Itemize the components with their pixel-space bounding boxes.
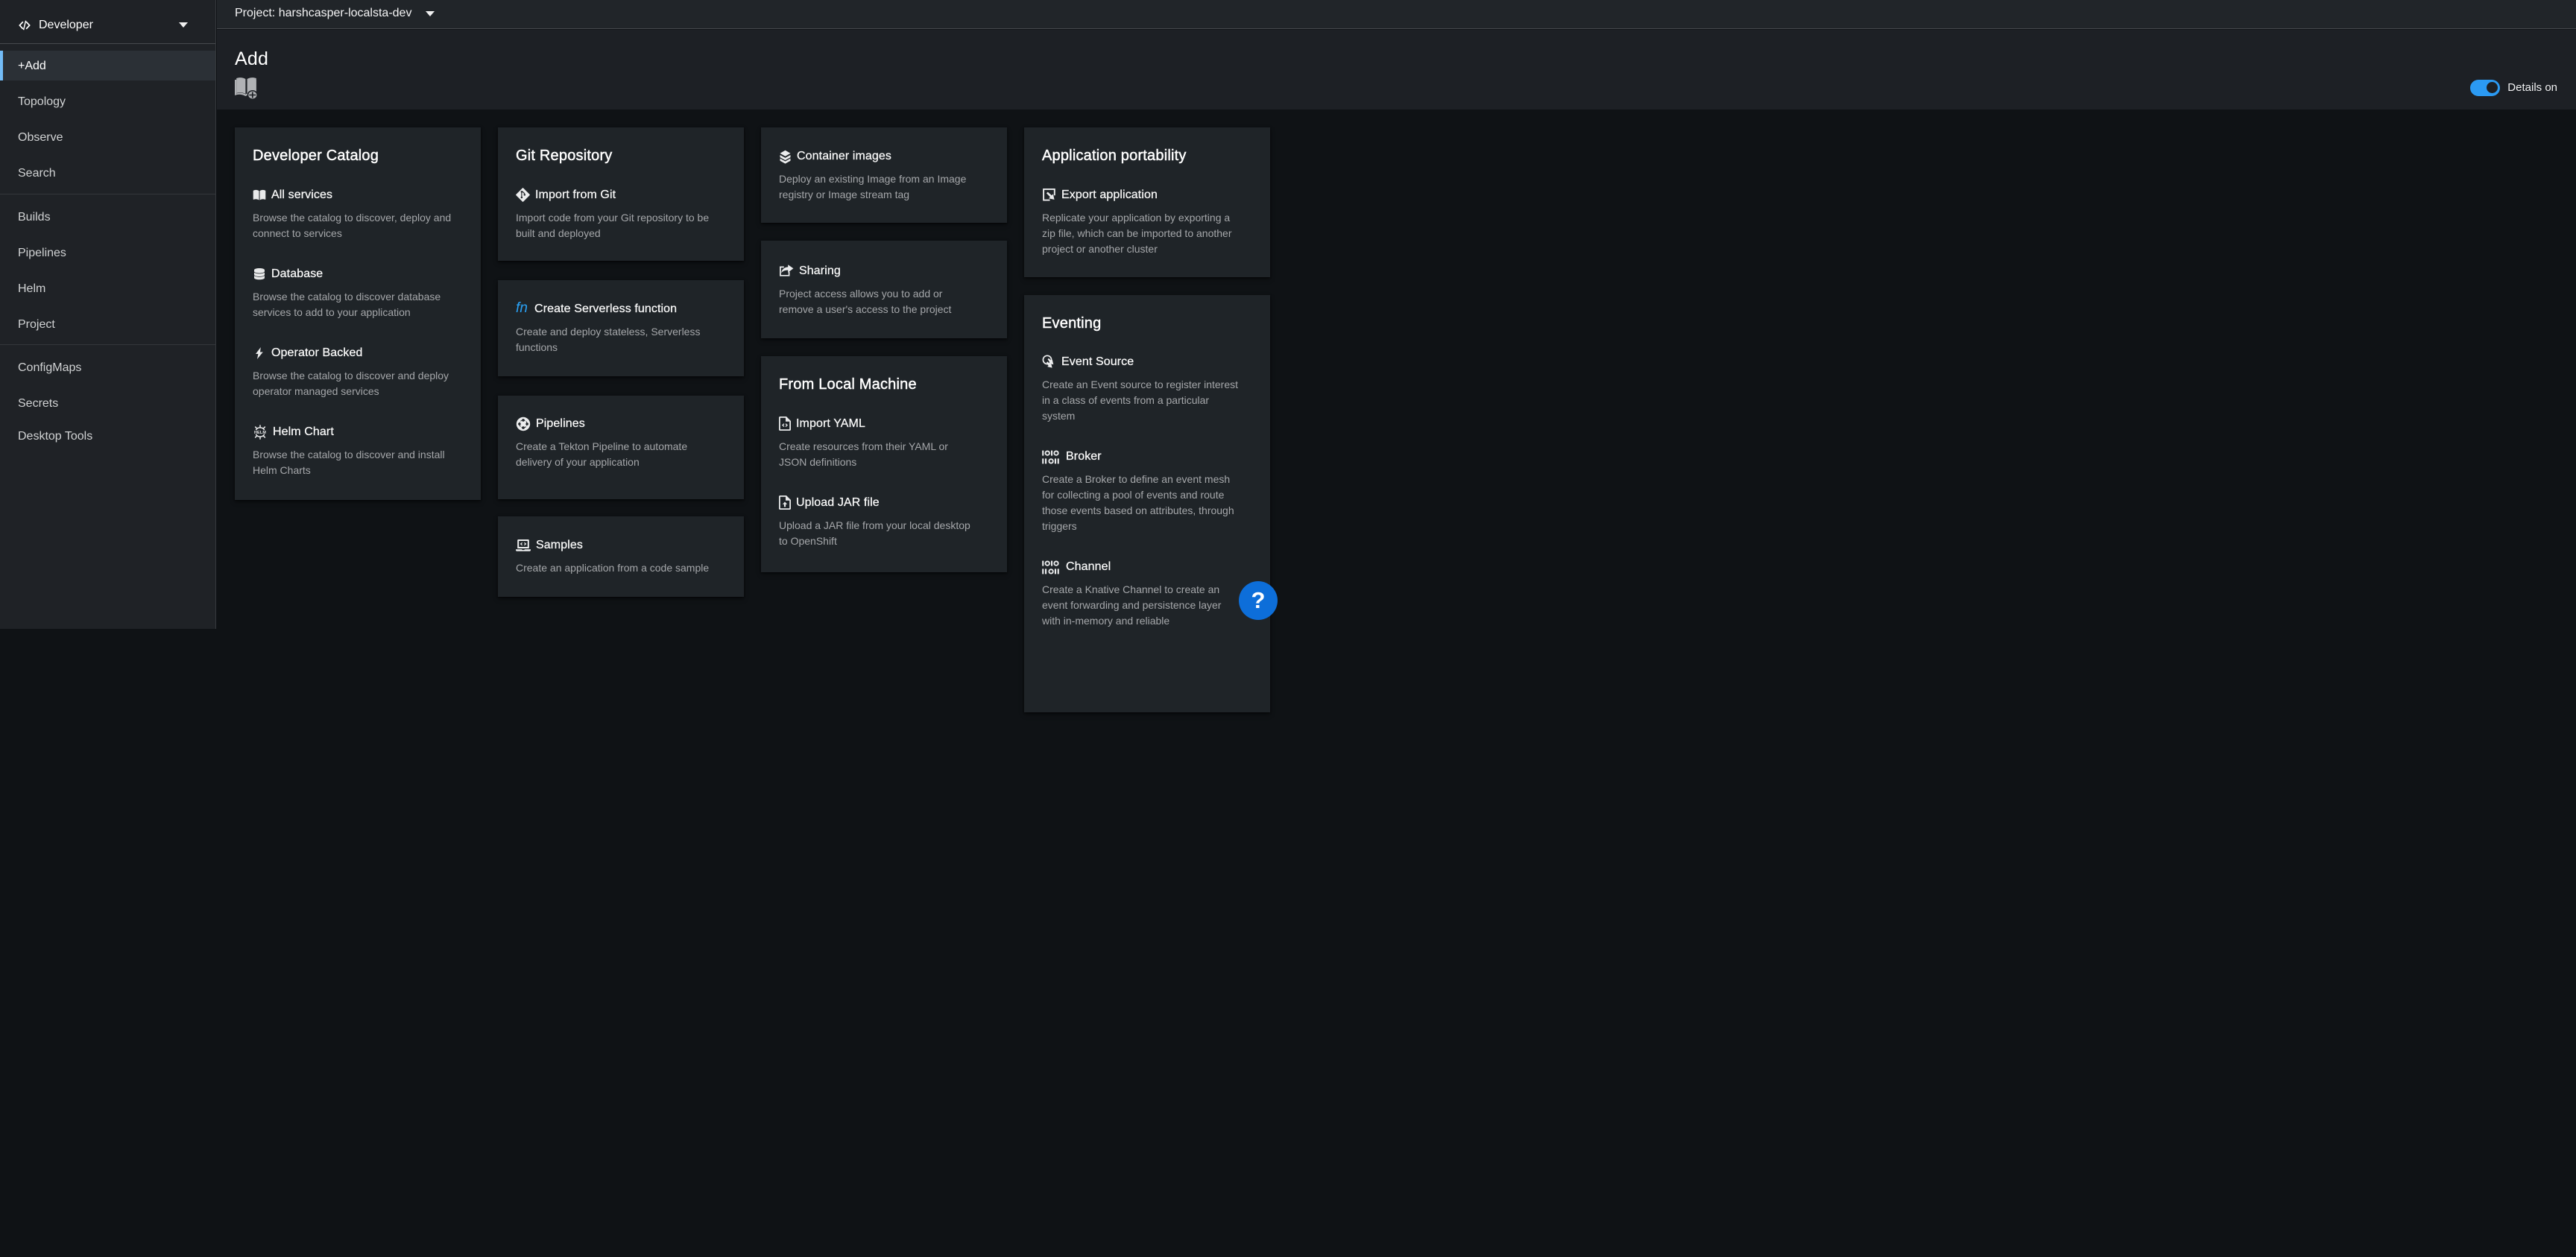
svg-text:HELM: HELM: [254, 430, 266, 434]
